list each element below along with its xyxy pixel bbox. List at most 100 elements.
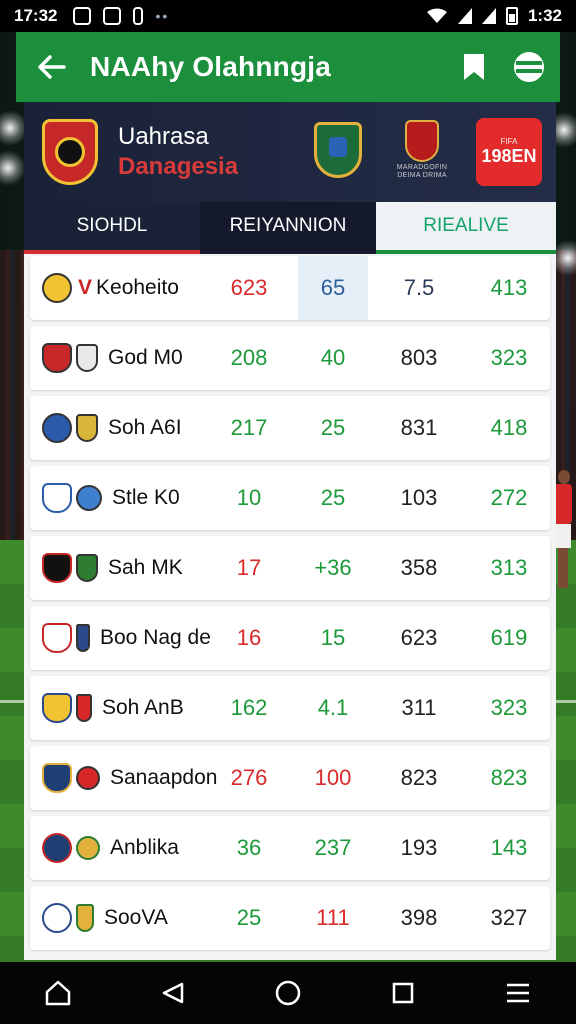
circle-home-icon[interactable] [268, 973, 308, 1013]
stat-value: 413 [490, 275, 528, 300]
table-row[interactable]: V Keoheito 623 65 7.5 413 [30, 256, 550, 320]
team-name: SooVA [104, 906, 168, 929]
stat-value: 25 [236, 905, 262, 930]
battery-icon [505, 7, 518, 25]
team-mark-icon: V [78, 276, 93, 299]
back-triangle-icon[interactable] [153, 973, 193, 1013]
stat-value: 65 [298, 256, 368, 320]
globe-icon[interactable] [514, 52, 544, 82]
stat-value: 327 [490, 905, 528, 930]
wifi-icon [426, 8, 447, 23]
tab-siohdl[interactable]: SIOHDL [24, 202, 200, 254]
team-badge-icon [42, 553, 72, 583]
back-button[interactable] [32, 47, 72, 87]
team-crest [314, 122, 362, 178]
stat-value: 313 [490, 555, 528, 580]
more-notifications-icon: •• [155, 8, 170, 24]
team-badge-icon [42, 903, 72, 933]
stat-value: 100 [314, 765, 352, 790]
stat-value: 10 [236, 485, 262, 510]
team-name: Sah MK [108, 556, 183, 579]
sponsor-crest: MARADGOFIN DEIMA DRIMA [390, 120, 454, 179]
team-name: Sanaapdon [110, 766, 218, 789]
table-row[interactable]: SooVA 25 111 398 327 [30, 886, 550, 950]
team-name: God M0 [108, 346, 183, 369]
status-bar: 17:32 •• 1:32 [0, 0, 576, 32]
table-row[interactable]: Soh A6I 217 25 831 418 [30, 396, 550, 460]
tab-riealive[interactable]: RIEALIVE [376, 202, 556, 254]
stat-value: 36 [236, 835, 262, 860]
table-row[interactable]: Stle K0 10 25 103 272 [30, 466, 550, 530]
team-badge-icon [76, 485, 102, 511]
team-badge-icon [42, 413, 72, 443]
sim-icon [133, 7, 144, 25]
stat-value: 208 [230, 345, 268, 370]
stat-value: 40 [320, 345, 346, 370]
team-badge-icon [76, 624, 90, 652]
stat-value: 111 [316, 905, 350, 930]
team-badge-icon [42, 763, 72, 793]
table-row[interactable]: Sah MK 17 +36 358 313 [30, 536, 550, 600]
crest-caption: MARADGOFIN DEIMA DRIMA [396, 164, 448, 179]
stat-value: 162 [230, 695, 268, 720]
bookmark-icon[interactable] [462, 53, 486, 81]
stat-value: 272 [490, 485, 528, 510]
floodlight [0, 150, 26, 186]
team-badge-icon [42, 623, 72, 653]
stat-value: 143 [490, 835, 528, 860]
score-badge[interactable]: FIFA 198EN [476, 118, 542, 186]
score-badge-main: 198EN [481, 146, 537, 166]
team-badge-icon [42, 273, 72, 303]
stat-value: 103 [400, 485, 438, 510]
tab-reiyannion[interactable]: REIYANNION [200, 202, 376, 254]
stat-value: 823 [400, 765, 438, 790]
score-badge-top: FIFA [500, 137, 518, 146]
team-badge-icon [42, 483, 72, 513]
team-name-line-1: Uahrasa [118, 123, 209, 150]
recents-square-icon[interactable] [383, 973, 423, 1013]
team-badge-icon [42, 833, 72, 863]
stat-value: 193 [400, 835, 438, 860]
team-badge-icon [42, 693, 72, 723]
stat-value: 25 [320, 485, 346, 510]
stat-value: 16 [236, 625, 262, 650]
team-badge-icon [76, 344, 98, 372]
stat-value: 237 [314, 835, 352, 860]
table-row[interactable]: Boo Nag de 16 15 623 619 [30, 606, 550, 670]
team-badge-icon [42, 343, 72, 373]
stat-value: 15 [320, 625, 346, 650]
team-badge-icon [76, 904, 94, 932]
standings-table: V Keoheito 623 65 7.5 413 God M0 208 40 … [24, 254, 556, 960]
stat-value: 17 [236, 555, 262, 580]
table-row[interactable]: Anblika 36 237 193 143 [30, 816, 550, 880]
back-arrow-icon [38, 55, 66, 79]
signal-icon [481, 8, 496, 24]
team-name: Stle K0 [112, 486, 180, 509]
team-badge-icon [76, 554, 98, 582]
stat-value: 25 [320, 415, 346, 440]
home-icon[interactable] [38, 973, 78, 1013]
team-name-line-2: Danagesia [118, 153, 239, 180]
table-row[interactable]: God M0 208 40 803 323 [30, 326, 550, 390]
stat-value: 803 [400, 345, 438, 370]
stat-value: 418 [490, 415, 528, 440]
stat-value: 276 [230, 765, 268, 790]
stat-value: 831 [400, 415, 438, 440]
team-name: Anblika [110, 836, 179, 859]
menu-icon[interactable] [498, 973, 538, 1013]
stat-value: 7.5 [403, 275, 435, 300]
table-row[interactable]: Soh AnB 162 4.1 311 323 [30, 676, 550, 740]
stat-value: 619 [490, 625, 528, 650]
team-name: Boo Nag de [100, 626, 211, 649]
stat-value: 623 [400, 625, 438, 650]
system-nav-bar [0, 962, 576, 1024]
tab-bar: SIOHDL REIYANNION RIEALIVE [24, 202, 556, 254]
stat-value: 823 [490, 765, 528, 790]
page-title: NAAhy Olahnngja [90, 51, 332, 82]
table-row[interactable]: Sanaapdon 276 100 823 823 [30, 746, 550, 810]
notification-icon [73, 7, 92, 25]
team-badge-icon [76, 694, 92, 722]
team-crest [42, 119, 98, 185]
status-time: 17:32 [14, 6, 58, 25]
stat-value: 323 [490, 345, 528, 370]
